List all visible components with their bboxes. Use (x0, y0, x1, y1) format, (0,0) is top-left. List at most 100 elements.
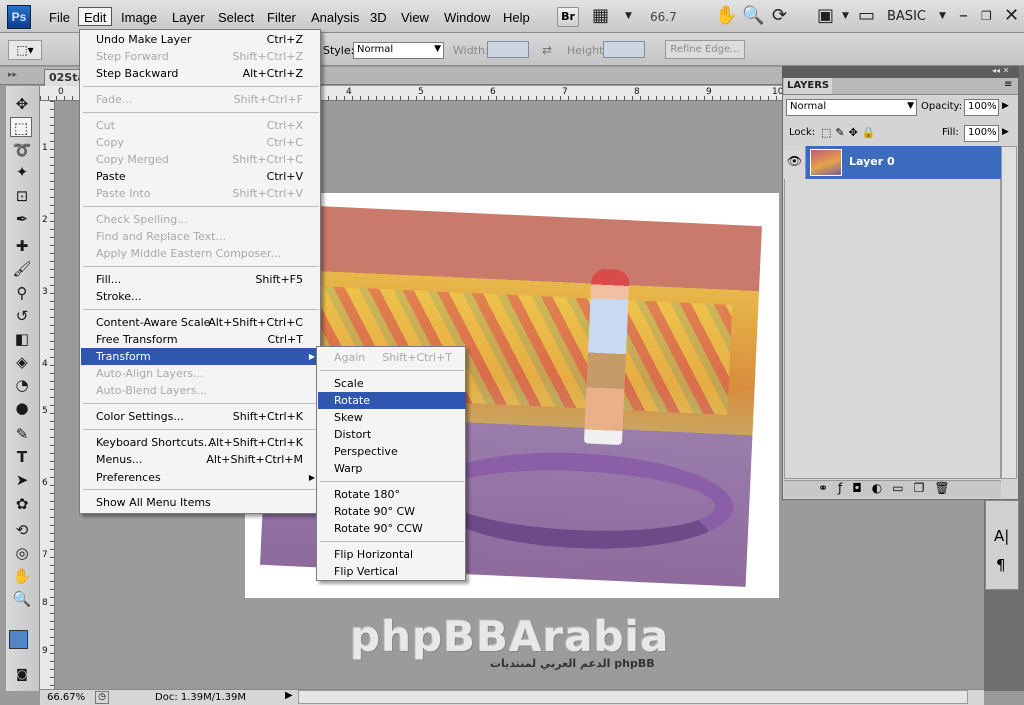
marquee-tool-preset-icon[interactable]: ⬚▾ (8, 40, 42, 60)
document-tab[interactable]: 02Sta (44, 69, 85, 86)
menu-item-auto-blend[interactable]: Auto-Blend Layers... (81, 382, 321, 399)
hand-icon[interactable]: ✋ (715, 6, 737, 26)
height-field[interactable] (603, 41, 645, 58)
minimize-icon[interactable]: – (959, 6, 968, 26)
menu-item-preferences[interactable]: Preferences ▶ (81, 469, 321, 486)
menu-item-middle-eastern-composer[interactable]: Apply Middle Eastern Composer... (81, 245, 321, 262)
menu-item-show-all[interactable]: Show All Menu Items (81, 494, 321, 511)
submenu-item-rotate[interactable]: Rotate (318, 392, 466, 409)
refine-edge-button[interactable]: Refine Edge... (665, 40, 745, 59)
menu-view[interactable]: View (396, 8, 434, 27)
width-field[interactable] (487, 41, 529, 58)
magic-wand-tool-icon[interactable]: ✦ (11, 162, 33, 182)
lock-icons[interactable]: ⬚✎✥🔒 (821, 126, 880, 139)
status-icon[interactable]: ◷ (95, 691, 109, 704)
fill-field[interactable]: 100% (964, 125, 999, 142)
character-icon[interactable]: A| (994, 527, 1009, 545)
blend-mode-select[interactable]: Normal ▼ (786, 99, 917, 116)
submenu-item-rotate-180[interactable]: Rotate 180° (318, 486, 466, 503)
restore-icon[interactable]: ❐ (981, 6, 992, 26)
3d-rotate-tool-icon[interactable]: ⟲ (11, 520, 33, 540)
custom-shape-tool-icon[interactable]: ✿ (11, 494, 33, 514)
opacity-field[interactable]: 100% (964, 99, 999, 116)
menu-select[interactable]: Select (213, 8, 259, 27)
menu-item-content-aware-scale[interactable]: Content-Aware Scale Alt+Shift+Ctrl+C (81, 314, 321, 331)
menu-filter[interactable]: Filter (262, 8, 301, 27)
workspace-switcher[interactable]: BASIC (887, 9, 926, 24)
path-selection-tool-icon[interactable]: ➤ (11, 470, 33, 490)
healing-brush-tool-icon[interactable]: ✚ (11, 236, 33, 256)
menu-analysis[interactable]: Analysis (306, 8, 364, 27)
zoom-tool-icon[interactable]: 🔍 (11, 589, 33, 609)
menu-item-copy-merged[interactable]: Copy Merged Shift+Ctrl+C (81, 151, 321, 168)
sponge-tool-icon[interactable]: ● (11, 398, 33, 418)
dropdown-arrow-icon[interactable]: ▼ (842, 6, 849, 26)
eraser-tool-icon[interactable]: ◧ (11, 329, 33, 349)
menu-item-keyboard-shortcuts[interactable]: Keyboard Shortcuts... Alt+Shift+Ctrl+K (81, 434, 321, 451)
submenu-item-skew[interactable]: Skew (318, 409, 466, 426)
menu-help[interactable]: Help (498, 8, 535, 27)
toolbox-collapse-icon[interactable]: ▸▸ (8, 70, 17, 80)
3d-orbit-tool-icon[interactable]: ◎ (11, 543, 33, 563)
submenu-item-perspective[interactable]: Perspective (318, 443, 466, 460)
menu-item-free-transform[interactable]: Free Transform Ctrl+T (81, 331, 321, 348)
layers-scrollbar[interactable] (1001, 146, 1017, 479)
menu-item-fade[interactable]: Fade... Shift+Ctrl+F (81, 91, 321, 108)
menu-item-auto-align[interactable]: Auto-Align Layers... (81, 365, 321, 382)
menu-item-check-spelling[interactable]: Check Spelling... (81, 211, 321, 228)
filmstrip-icon[interactable]: ▦ (592, 6, 609, 26)
arrange-documents-icon[interactable]: ▣ (817, 6, 834, 26)
layers-tab[interactable]: LAYERS (784, 78, 832, 94)
move-tool-icon[interactable]: ✥ (11, 94, 33, 114)
menu-item-cut[interactable]: Cut Ctrl+X (81, 117, 321, 134)
horizontal-scrollbar[interactable] (298, 690, 968, 704)
menu-item-undo[interactable]: Undo Make Layer Ctrl+Z (81, 31, 321, 48)
bridge-button[interactable]: Br (557, 7, 579, 27)
hand-tool-icon[interactable]: ✋ (11, 566, 33, 586)
menu-layer[interactable]: Layer (167, 8, 210, 27)
submenu-item-flip-horizontal[interactable]: Flip Horizontal (318, 546, 466, 563)
submenu-item-flip-vertical[interactable]: Flip Vertical (318, 563, 466, 580)
layer-name[interactable]: Layer 0 (849, 155, 895, 168)
panel-menu-icon[interactable]: ≡ (1004, 79, 1012, 90)
paragraph-icon[interactable]: ¶ (996, 556, 1006, 574)
clone-stamp-tool-icon[interactable]: ⚲ (11, 283, 33, 303)
status-zoom[interactable]: 66.67% (47, 692, 85, 703)
layer-footer-icons[interactable]: ⚭ƒ◘◐▭❐🗑 (818, 481, 960, 495)
menu-file[interactable]: File (44, 8, 75, 27)
zoom-icon[interactable]: 🔍 (742, 6, 764, 26)
lasso-tool-icon[interactable]: ➰ (11, 140, 33, 160)
menu-item-color-settings[interactable]: Color Settings... Shift+Ctrl+K (81, 408, 321, 425)
visibility-eye-icon[interactable]: 👁 (784, 146, 806, 179)
menu-window[interactable]: Window (439, 8, 495, 27)
crop-tool-icon[interactable]: ⊡ (11, 186, 33, 206)
submenu-item-rotate-90-cw[interactable]: Rotate 90° CW (318, 503, 466, 520)
status-menu-arrow-icon[interactable]: ▶ (285, 690, 293, 701)
history-brush-tool-icon[interactable]: ↺ (11, 306, 33, 326)
submenu-item-scale[interactable]: Scale (318, 375, 466, 392)
menu-image[interactable]: Image (116, 8, 162, 27)
foreground-color-swatch[interactable] (9, 630, 28, 649)
menu-item-paste[interactable]: Paste Ctrl+V (81, 168, 321, 185)
pen-tool-icon[interactable]: ✎ (11, 424, 33, 444)
swap-dimensions-icon[interactable]: ⇄ (542, 43, 552, 57)
close-icon[interactable]: ✕ (1004, 6, 1019, 26)
quick-mask-icon[interactable]: ◙ (11, 664, 33, 684)
brush-tool-icon[interactable]: 🖌 (11, 259, 33, 279)
submenu-item-again[interactable]: Again Shift+Ctrl+T (318, 349, 466, 366)
eyedropper-tool-icon[interactable]: ✒ (11, 209, 33, 229)
menu-item-copy[interactable]: Copy Ctrl+C (81, 134, 321, 151)
workspace-dropdown-icon[interactable]: ▼ (939, 6, 946, 26)
layer-thumbnail[interactable] (810, 149, 842, 176)
fill-arrow-icon[interactable]: ▶ (1002, 127, 1009, 137)
rotate-view-icon[interactable]: ⟳ (772, 6, 787, 26)
panel-collapse-icon[interactable]: ◂◂ ✕ (992, 66, 1009, 75)
paint-bucket-tool-icon[interactable]: ◈ (11, 352, 33, 372)
dropdown-arrow-icon[interactable]: ▼ (625, 6, 632, 26)
submenu-item-distort[interactable]: Distort (318, 426, 466, 443)
menu-item-transform[interactable]: Transform ▶ (81, 348, 321, 365)
menu-3d[interactable]: 3D (365, 8, 392, 27)
type-tool-icon[interactable]: T (11, 447, 33, 467)
opacity-arrow-icon[interactable]: ▶ (1002, 101, 1009, 111)
menu-item-find-replace[interactable]: Find and Replace Text... (81, 228, 321, 245)
